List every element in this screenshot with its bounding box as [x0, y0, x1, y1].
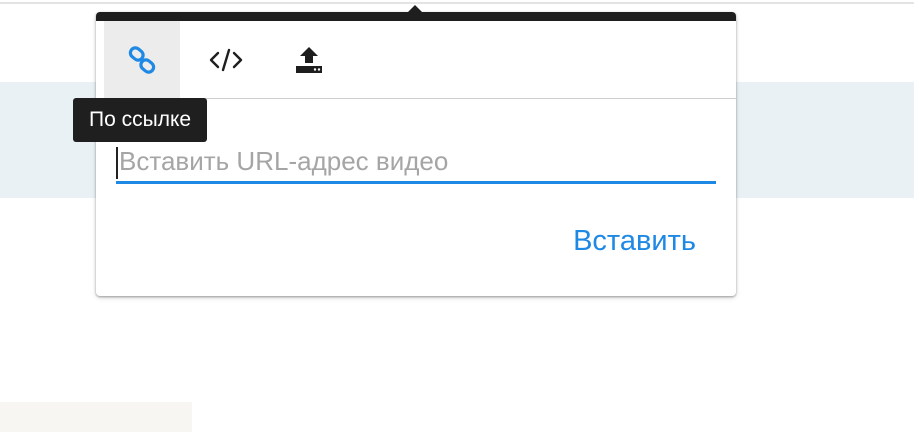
- text-cursor: [116, 147, 118, 179]
- video-url-input[interactable]: [116, 142, 716, 184]
- code-icon: [209, 48, 243, 71]
- upload-icon: [296, 46, 322, 73]
- top-divider: [0, 2, 914, 4]
- tab-link[interactable]: [104, 21, 180, 98]
- content-block: [0, 402, 192, 432]
- source-tabbar: [96, 21, 736, 99]
- video-embed-popover: Вставить: [96, 5, 736, 296]
- tab-upload[interactable]: [271, 21, 347, 98]
- insert-button[interactable]: Вставить: [573, 218, 696, 264]
- link-icon: [128, 45, 156, 74]
- tab-tooltip: По ссылке: [73, 98, 208, 142]
- tab-embed-code[interactable]: [188, 21, 264, 98]
- popover-header-bar: [96, 12, 736, 21]
